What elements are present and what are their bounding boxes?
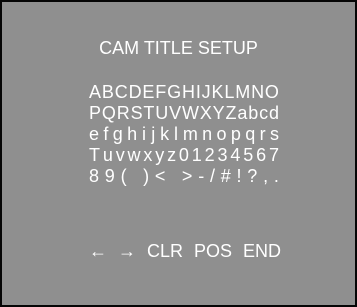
character-key[interactable]: 2 — [205, 145, 215, 166]
left-arrow-button[interactable]: ← — [89, 241, 107, 261]
character-key[interactable]: x — [143, 145, 152, 166]
character-key[interactable]: A — [89, 82, 101, 103]
screen-title: CAM TITLE SETUP — [99, 38, 258, 58]
character-key[interactable]: - — [198, 166, 204, 187]
character-key[interactable]: K — [212, 82, 224, 103]
character-key[interactable]: C — [115, 82, 128, 103]
character-key[interactable]: n — [202, 124, 212, 145]
character-key[interactable]: Q — [102, 103, 116, 124]
character-key[interactable]: Y — [213, 103, 225, 124]
character-key[interactable]: h — [127, 124, 137, 145]
character-key[interactable]: ! — [237, 166, 242, 187]
character-key[interactable]: Z — [226, 103, 237, 124]
character-row-1: A B C D E F G H I J K L M N O — [89, 82, 279, 103]
character-key[interactable]: w — [128, 145, 141, 166]
character-key[interactable]: P — [89, 103, 101, 124]
character-row-2: P Q R S T U V W X Y Z a b c d — [89, 103, 279, 124]
character-key[interactable]: U — [155, 103, 168, 124]
cam-title-setup-screen: CAM TITLE SETUP A B C D E F G H I J K L … — [0, 0, 357, 307]
clear-button[interactable]: CLR — [147, 241, 183, 261]
character-key[interactable]: g — [113, 124, 123, 145]
character-key[interactable]: 0 — [179, 145, 189, 166]
character-row-5: 8 9 ( ) < > - / # ! ? , . — [89, 166, 279, 187]
character-key[interactable]: j — [151, 124, 156, 145]
character-key[interactable]: ) — [143, 166, 149, 187]
character-key[interactable]: i — [141, 124, 146, 145]
character-key[interactable]: y — [155, 145, 164, 166]
character-key[interactable]: r — [260, 124, 266, 145]
character-key[interactable]: f — [103, 124, 108, 145]
character-key[interactable]: # — [221, 166, 231, 187]
character-key[interactable]: 7 — [269, 145, 279, 166]
character-key[interactable]: q — [245, 124, 255, 145]
character-key[interactable]: < — [155, 166, 166, 187]
character-key[interactable]: ? — [247, 166, 257, 187]
character-key[interactable]: M — [235, 82, 250, 103]
character-key[interactable]: l — [173, 124, 178, 145]
character-key[interactable]: / — [210, 166, 215, 187]
character-key[interactable]: o — [217, 124, 227, 145]
character-key[interactable]: k — [160, 124, 169, 145]
character-key[interactable]: 5 — [243, 145, 253, 166]
character-grid: A B C D E F G H I J K L M N O P Q R S T … — [89, 82, 279, 187]
character-key[interactable]: J — [202, 82, 211, 103]
character-key[interactable]: V — [169, 103, 181, 124]
character-row-4: T u v w x y z 0 1 2 3 4 5 6 7 — [89, 145, 279, 166]
character-key[interactable]: ( — [121, 166, 127, 187]
character-key[interactable]: . — [274, 166, 279, 187]
character-key[interactable]: m — [183, 124, 198, 145]
character-key[interactable]: 1 — [192, 145, 202, 166]
character-key[interactable]: 8 — [89, 166, 99, 187]
character-key[interactable]: u — [103, 145, 113, 166]
character-key[interactable]: 3 — [218, 145, 228, 166]
character-key[interactable]: S — [131, 103, 143, 124]
character-key[interactable]: T — [89, 145, 100, 166]
character-key[interactable]: I — [196, 82, 201, 103]
character-key[interactable]: d — [269, 103, 279, 124]
end-button[interactable]: END — [243, 241, 281, 261]
space-key[interactable] — [132, 166, 137, 187]
character-key[interactable]: v — [116, 145, 125, 166]
character-key[interactable]: z — [167, 145, 176, 166]
character-key[interactable]: D — [129, 82, 142, 103]
character-key[interactable]: 4 — [230, 145, 240, 166]
character-key[interactable]: G — [167, 82, 181, 103]
character-key[interactable]: , — [263, 166, 268, 187]
character-key[interactable]: > — [182, 166, 193, 187]
character-key[interactable]: X — [200, 103, 212, 124]
space-key[interactable] — [171, 166, 176, 187]
control-bar: ← → CLR POS END — [89, 241, 281, 261]
character-key[interactable]: a — [237, 103, 247, 124]
character-key[interactable]: F — [155, 82, 166, 103]
character-key[interactable]: L — [224, 82, 234, 103]
character-key[interactable]: W — [182, 103, 199, 124]
character-key[interactable]: s — [270, 124, 279, 145]
character-key[interactable]: H — [182, 82, 195, 103]
character-key[interactable]: 6 — [256, 145, 266, 166]
right-arrow-button[interactable]: → — [118, 241, 136, 261]
character-key[interactable]: p — [231, 124, 241, 145]
character-key[interactable]: b — [248, 103, 258, 124]
character-row-3: e f g h i j k l m n o p q r s — [89, 124, 279, 145]
character-key[interactable]: c — [259, 103, 268, 124]
character-key[interactable]: e — [89, 124, 99, 145]
character-key[interactable]: T — [143, 103, 154, 124]
character-key[interactable]: N — [251, 82, 264, 103]
character-key[interactable]: E — [142, 82, 154, 103]
character-key[interactable]: 9 — [105, 166, 115, 187]
character-key[interactable]: B — [102, 82, 114, 103]
position-button[interactable]: POS — [194, 241, 232, 261]
character-key[interactable]: R — [117, 103, 130, 124]
character-key[interactable]: O — [265, 82, 279, 103]
